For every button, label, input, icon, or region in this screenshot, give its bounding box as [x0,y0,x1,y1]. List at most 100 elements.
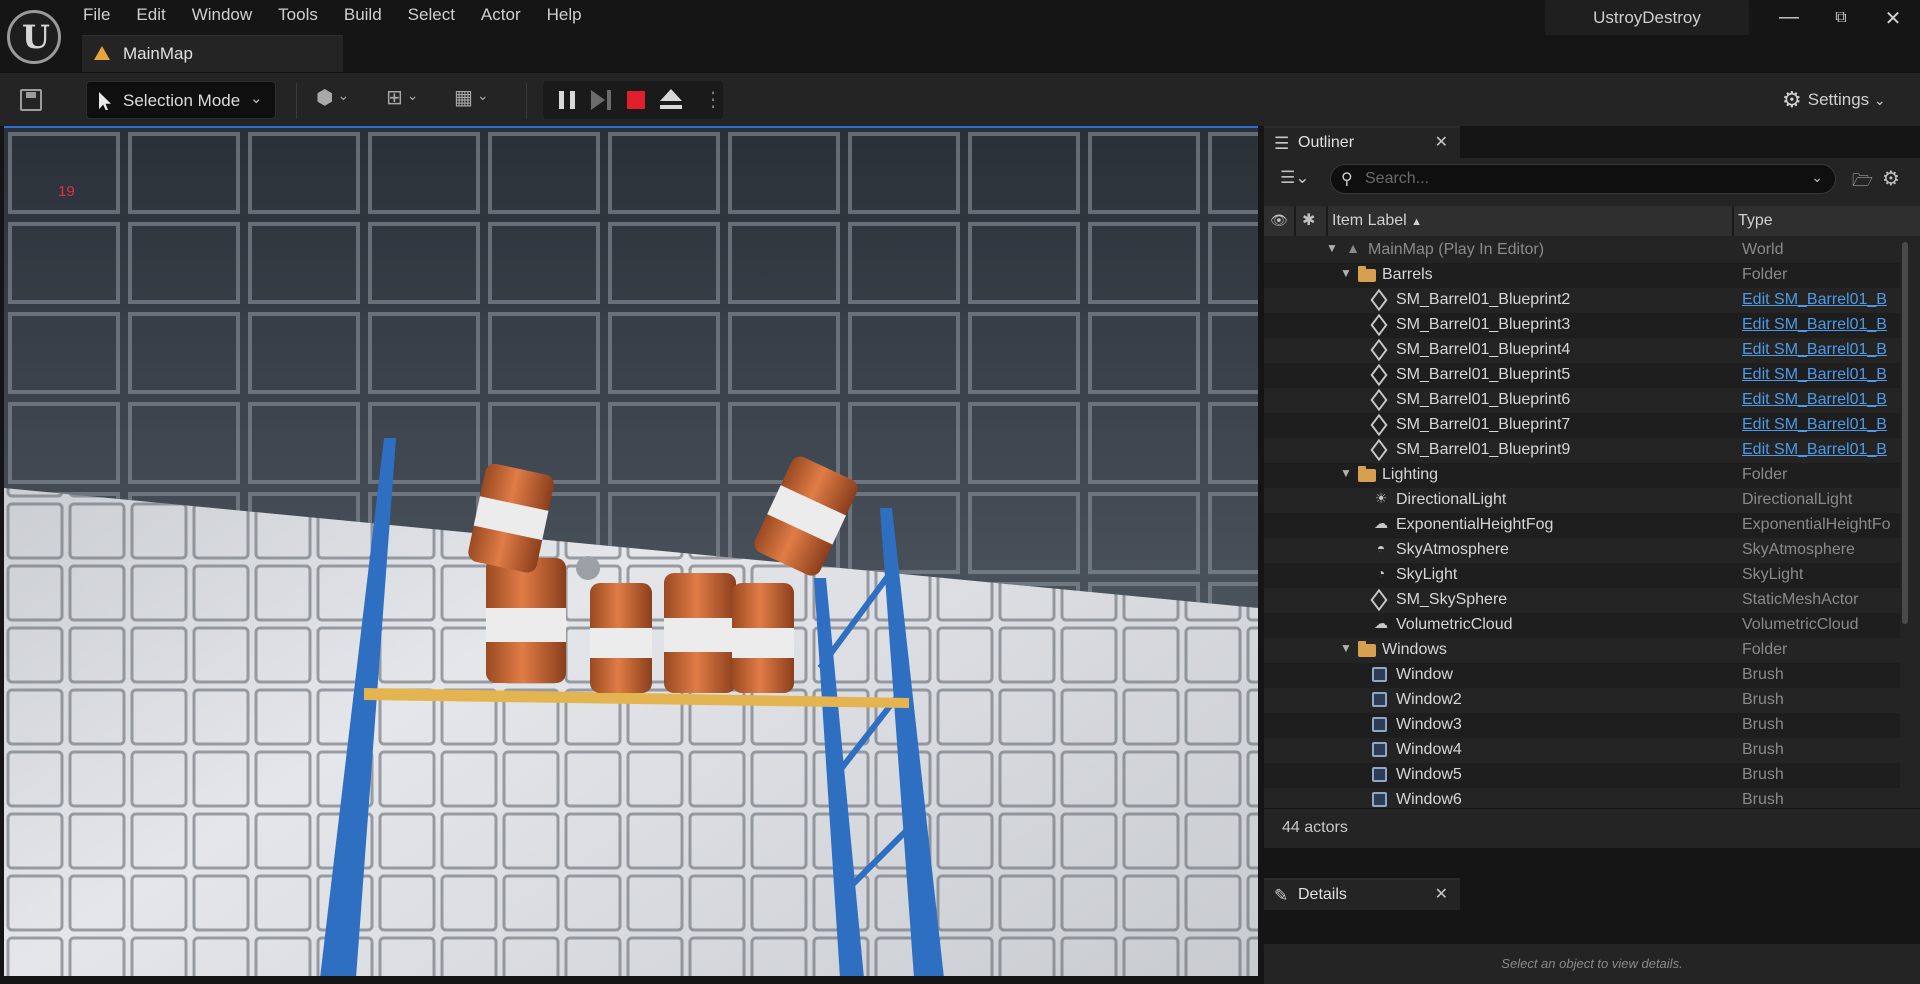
outliner-row[interactable]: SM_Barrel01_Blueprint7 Edit SM_Barrel01_B [1264,413,1900,438]
outliner-row[interactable]: Window5 Brush [1264,763,1900,788]
menu-actor[interactable]: Actor [468,0,534,30]
menu-bar: File Edit Window Tools Build Select Acto… [70,0,595,30]
tab-outliner-label: Outliner [1298,134,1355,151]
edit-blueprint-link[interactable]: Edit SM_Barrel01_B [1742,391,1900,409]
expand-arrow-icon[interactable]: ▼ [1340,641,1352,655]
edit-blueprint-link[interactable]: Edit SM_Barrel01_B [1742,366,1900,384]
outliner-row[interactable]: SM_Barrel01_Blueprint5 Edit SM_Barrel01_B [1264,363,1900,388]
outliner-row[interactable]: ☀ DirectionalLight DirectionalLight [1264,488,1900,513]
expand-arrow-icon[interactable]: ▼ [1340,266,1352,280]
outliner-row[interactable]: SM_SkySphere StaticMeshActor [1264,588,1900,613]
column-item-label[interactable]: Item Label ▲ [1332,212,1422,230]
menu-window[interactable]: Window [179,0,265,30]
row-type: Folder [1742,266,1788,283]
add-folder-icon[interactable]: 🗁 [1852,168,1873,197]
outliner-row[interactable]: ▼ Lighting Folder [1264,463,1900,488]
outliner-row[interactable]: Window4 Brush [1264,738,1900,763]
minimize-icon[interactable]: — [1774,6,1804,34]
unreal-logo-icon[interactable]: U [7,10,61,64]
visibility-icon[interactable]: 👁 [1270,212,1288,229]
row-type: StaticMeshActor [1742,591,1859,608]
row-type: World [1742,241,1784,258]
pause-icon[interactable] [559,91,575,109]
row-type: SkyAtmosphere [1742,541,1855,558]
blueprint-button[interactable]: ⊞ ⌄ [386,85,419,115]
outliner-header: 👁 ✱ Item Label ▲ Type [1264,206,1920,236]
menu-build[interactable]: Build [331,0,395,30]
save-icon[interactable] [20,89,42,111]
gear-icon[interactable]: ⚙ [1882,166,1900,191]
close-icon[interactable]: ✕ [1435,884,1448,904]
selection-mode-dropdown[interactable]: Selection Mode ⌄ [86,81,276,119]
cinematics-button[interactable]: ▦ ⌄ [454,85,489,115]
folder-icon [1358,641,1376,657]
filter-icon[interactable]: ☰⌄ [1280,168,1309,188]
menu-edit[interactable]: Edit [123,0,178,30]
brush-icon [1372,792,1387,807]
static-mesh-icon [1370,338,1388,362]
settings-button[interactable]: ⚙ Settings ⌄ [1782,87,1886,113]
column-item-label-text: Item Label [1332,212,1407,229]
map-icon [94,46,110,60]
pin-icon[interactable]: ✱ [1302,210,1315,230]
outliner-row[interactable]: ▼ ▲ MainMap (Play In Editor) World [1264,238,1900,263]
row-label: SM_Barrel01_Blueprint2 [1396,291,1571,308]
outliner-row[interactable]: Window3 Brush [1264,713,1900,738]
row-type: Folder [1742,641,1788,658]
scrollbar-thumb[interactable] [1902,242,1908,624]
outliner-row[interactable]: ◓ SkyAtmosphere SkyAtmosphere [1264,538,1900,563]
outliner-row[interactable]: ☁ ExponentialHeightFog ExponentialHeightFo [1264,513,1900,538]
step-frame-icon[interactable] [591,90,605,110]
details-empty-message: Select an object to view details. [1501,956,1683,971]
edit-blueprint-link[interactable]: Edit SM_Barrel01_B [1742,441,1900,459]
level-viewport[interactable]: 19 [4,126,1258,976]
selection-mode-label: Selection Mode [123,91,241,110]
expand-arrow-icon[interactable]: ▼ [1340,466,1352,480]
row-type: VolumetricCloud [1742,616,1859,633]
column-type[interactable]: Type [1738,212,1773,230]
more-options-icon[interactable]: ⋮ [703,87,723,112]
search-input[interactable] [1365,169,1795,189]
outliner-scrollbar[interactable] [1900,242,1910,834]
outliner-row[interactable]: ◔ SkyLight SkyLight [1264,563,1900,588]
expand-arrow-icon[interactable]: ▼ [1326,241,1338,255]
stop-icon[interactable] [627,91,645,109]
brush-icon [1372,667,1387,682]
outliner-row[interactable]: ☁ VolumetricCloud VolumetricCloud [1264,613,1900,638]
row-label: Window6 [1396,791,1462,808]
outliner-row[interactable]: ▼ Barrels Folder [1264,263,1900,288]
project-name: UstroyDestroy [1545,0,1749,35]
close-window-icon[interactable]: ✕ [1878,6,1908,34]
outliner-row[interactable]: SM_Barrel01_Blueprint9 Edit SM_Barrel01_B [1264,438,1900,463]
menu-tools[interactable]: Tools [265,0,331,30]
tab-mainmap[interactable]: MainMap [82,35,343,72]
menu-file[interactable]: File [70,0,123,30]
row-label: Barrels [1382,266,1433,283]
main-toolbar: Selection Mode ⌄ ⬢ ⌄ ⊞ ⌄ ▦ ⌄ ⋮ ⚙ Settings ⌄ [0,72,1920,126]
chevron-down-icon[interactable]: ⌄ [1811,169,1823,186]
row-label: MainMap (Play In Editor) [1368,241,1545,258]
outliner-row[interactable]: SM_Barrel01_Blueprint4 Edit SM_Barrel01_B [1264,338,1900,363]
outliner-row[interactable]: ▼ Windows Folder [1264,638,1900,663]
outliner-search: ⚲ ⌄ [1330,164,1836,194]
close-icon[interactable]: ✕ [1435,132,1448,152]
edit-blueprint-link[interactable]: Edit SM_Barrel01_B [1742,416,1900,434]
menu-select[interactable]: Select [395,0,468,30]
outliner-row[interactable]: SM_Barrel01_Blueprint3 Edit SM_Barrel01_B [1264,313,1900,338]
edit-blueprint-link[interactable]: Edit SM_Barrel01_B [1742,341,1900,359]
add-actor-button[interactable]: ⬢ ⌄ [316,85,349,115]
menu-help[interactable]: Help [534,0,595,30]
row-label: Window2 [1396,691,1462,708]
edit-blueprint-link[interactable]: Edit SM_Barrel01_B [1742,316,1900,334]
outliner-row[interactable]: SM_Barrel01_Blueprint2 Edit SM_Barrel01_B [1264,288,1900,313]
outliner-row[interactable]: Window Brush [1264,663,1900,688]
eject-icon[interactable] [660,89,682,101]
restore-icon[interactable]: ⧉ [1826,9,1856,37]
outliner-row[interactable]: SM_Barrel01_Blueprint6 Edit SM_Barrel01_B [1264,388,1900,413]
column-divider [1294,206,1296,236]
brush-icon [1372,692,1387,707]
tab-outliner[interactable]: ☰ Outliner ✕ [1264,126,1460,158]
edit-blueprint-link[interactable]: Edit SM_Barrel01_B [1742,291,1900,309]
tab-details[interactable]: ✎ Details ✕ [1264,878,1460,910]
outliner-row[interactable]: Window2 Brush [1264,688,1900,713]
